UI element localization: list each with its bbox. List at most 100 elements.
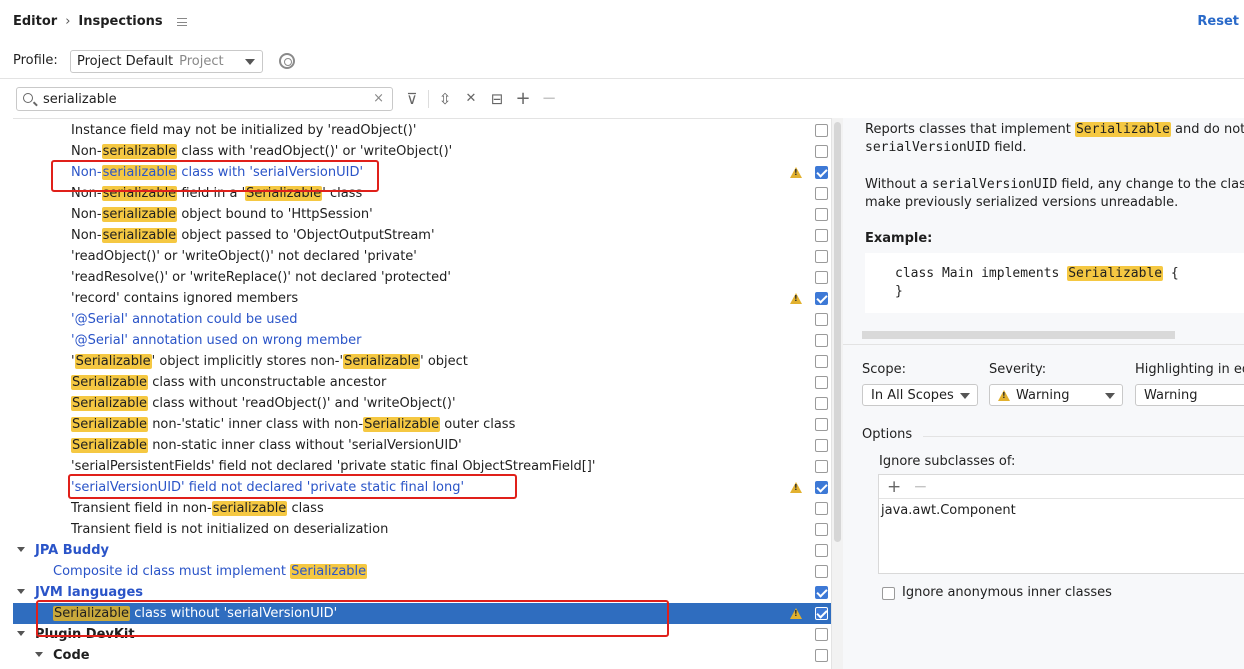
enabled-checkbox[interactable] xyxy=(815,397,828,410)
chevron-down-icon[interactable] xyxy=(17,631,25,636)
enabled-checkbox[interactable] xyxy=(815,607,828,620)
tree-row[interactable]: Serializable non-static inner class with… xyxy=(13,435,831,456)
add-icon[interactable]: + xyxy=(887,477,901,497)
tree-row-label: Non-serializable object bound to 'HttpSe… xyxy=(71,204,373,225)
enabled-checkbox[interactable] xyxy=(815,292,828,305)
label-text: outer class xyxy=(440,417,516,432)
enabled-checkbox[interactable] xyxy=(815,481,828,494)
severity-dropdown[interactable]: Warning xyxy=(989,384,1123,406)
tree-row-label: '@Serial' annotation could be used xyxy=(71,309,298,330)
list-item[interactable]: java.awt.Component xyxy=(879,499,1244,522)
enabled-checkbox[interactable] xyxy=(815,586,828,599)
tree-row[interactable]: 'readResolve()' or 'writeReplace()' not … xyxy=(13,267,831,288)
filter-icon[interactable]: ⊽ xyxy=(403,90,421,108)
tree-row-label: Transient field is not initialized on de… xyxy=(71,519,388,540)
enabled-checkbox[interactable] xyxy=(815,187,828,200)
chevron-down-icon xyxy=(960,393,970,399)
expand-all-icon[interactable]: ⇳ xyxy=(436,90,454,108)
breadcrumb-editor[interactable]: Editor xyxy=(13,14,57,29)
label-text: Non- xyxy=(71,144,102,159)
tree-row[interactable]: Serializable non-'static' inner class wi… xyxy=(13,414,831,435)
reset-to-default-icon[interactable]: ⊟ xyxy=(488,90,506,108)
menu-icon[interactable] xyxy=(176,17,187,26)
tree-row[interactable]: Non-serializable class with 'readObject(… xyxy=(13,141,831,162)
label-text: non-'static' inner class with non- xyxy=(148,417,364,432)
chevron-down-icon[interactable] xyxy=(17,589,25,594)
enabled-checkbox[interactable] xyxy=(815,544,828,557)
tree-row[interactable]: Transient field is not initialized on de… xyxy=(13,519,831,540)
ignore-subclasses-list[interactable]: + − java.awt.Component xyxy=(878,474,1244,574)
breadcrumb-separator: › xyxy=(65,14,71,29)
enabled-checkbox[interactable] xyxy=(815,229,828,242)
tree-row[interactable]: Composite id class must implement Serial… xyxy=(13,561,831,582)
tree-row[interactable]: 'readObject()' or 'writeObject()' not de… xyxy=(13,246,831,267)
tree-row-label: Serializable class without 'readObject()… xyxy=(71,393,456,414)
reset-link[interactable]: Reset xyxy=(1197,14,1239,29)
enabled-checkbox[interactable] xyxy=(815,376,828,389)
ignore-anonymous-label[interactable]: Ignore anonymous inner classes xyxy=(902,585,1112,600)
enabled-checkbox[interactable] xyxy=(815,271,828,284)
tree-row[interactable]: Instance field may not be initialized by… xyxy=(13,120,831,141)
chevron-down-icon[interactable] xyxy=(35,652,43,657)
search-input[interactable]: serializable × xyxy=(16,87,393,111)
annotation-box xyxy=(51,160,379,192)
enabled-checkbox[interactable] xyxy=(815,250,828,263)
scrollbar-thumb[interactable] xyxy=(834,122,841,542)
gear-icon[interactable] xyxy=(279,53,295,69)
enabled-checkbox[interactable] xyxy=(815,208,828,221)
label-text: JPA Buddy xyxy=(35,543,110,558)
divider xyxy=(0,78,1244,79)
label-text: Non- xyxy=(71,228,102,243)
description-text: Reports classes that implement xyxy=(865,122,1075,137)
tree-row-label: Transient field in non-serializable clas… xyxy=(71,498,324,519)
enabled-checkbox[interactable] xyxy=(815,355,828,368)
ignore-anonymous-checkbox[interactable] xyxy=(882,587,895,600)
label-text: 'serialPersistentFields' field not decla… xyxy=(71,459,596,474)
remove-icon: − xyxy=(541,88,557,109)
clear-icon[interactable]: × xyxy=(373,91,384,106)
toolbar-separator xyxy=(428,90,429,108)
enabled-checkbox[interactable] xyxy=(815,502,828,515)
enabled-checkbox[interactable] xyxy=(815,439,828,452)
tree-row[interactable]: '@Serial' annotation used on wrong membe… xyxy=(13,330,831,351)
label-text: class with unconstructable ancestor xyxy=(148,375,387,390)
chevron-down-icon[interactable] xyxy=(17,547,25,552)
tree-group[interactable]: Code xyxy=(13,645,831,666)
enabled-checkbox[interactable] xyxy=(815,460,828,473)
profile-dropdown[interactable]: Project Default Project xyxy=(70,50,263,73)
horizontal-scrollbar[interactable] xyxy=(862,331,1175,339)
tree-row-label: Instance field may not be initialized by… xyxy=(71,120,416,141)
collapse-all-icon[interactable]: ✕ xyxy=(462,90,480,108)
enabled-checkbox[interactable] xyxy=(815,628,828,641)
annotation-box xyxy=(36,600,669,637)
tree-row[interactable]: '@Serial' annotation could be used xyxy=(13,309,831,330)
enabled-checkbox[interactable] xyxy=(815,124,828,137)
tree-row[interactable]: 'record' contains ignored members xyxy=(13,288,831,309)
tree-scrollbar[interactable] xyxy=(831,118,843,669)
enabled-checkbox[interactable] xyxy=(815,418,828,431)
tree-row[interactable]: Non-serializable object passed to 'Objec… xyxy=(13,225,831,246)
tree-row[interactable]: Transient field in non-serializable clas… xyxy=(13,498,831,519)
tree-row[interactable]: Non-serializable object bound to 'HttpSe… xyxy=(13,204,831,225)
label-text: class with 'readObject()' or 'writeObjec… xyxy=(177,144,453,159)
tree-row-label: Serializable non-static inner class with… xyxy=(71,435,462,456)
inspections-settings-page: Editor › Inspections Reset Profile: Proj… xyxy=(0,0,1244,669)
tree-row[interactable]: Serializable class without 'readObject()… xyxy=(13,393,831,414)
enabled-checkbox[interactable] xyxy=(815,523,828,536)
add-icon[interactable]: + xyxy=(514,90,532,108)
label-text: JVM languages xyxy=(35,585,144,600)
search-highlight: Serializable xyxy=(363,417,441,432)
enabled-checkbox[interactable] xyxy=(815,145,828,158)
highlighting-dropdown[interactable]: Warning xyxy=(1135,384,1244,406)
tree-row[interactable]: 'Serializable' object implicitly stores … xyxy=(13,351,831,372)
tree-group[interactable]: JPA Buddy xyxy=(13,540,831,561)
tree-row[interactable]: Serializable class with unconstructable … xyxy=(13,372,831,393)
enabled-checkbox[interactable] xyxy=(815,334,828,347)
list-toolbar: + − xyxy=(879,475,1244,499)
enabled-checkbox[interactable] xyxy=(815,565,828,578)
breadcrumb-inspections: Inspections xyxy=(78,14,163,29)
enabled-checkbox[interactable] xyxy=(815,649,828,662)
scope-dropdown[interactable]: In All Scopes xyxy=(862,384,978,406)
enabled-checkbox[interactable] xyxy=(815,166,828,179)
enabled-checkbox[interactable] xyxy=(815,313,828,326)
